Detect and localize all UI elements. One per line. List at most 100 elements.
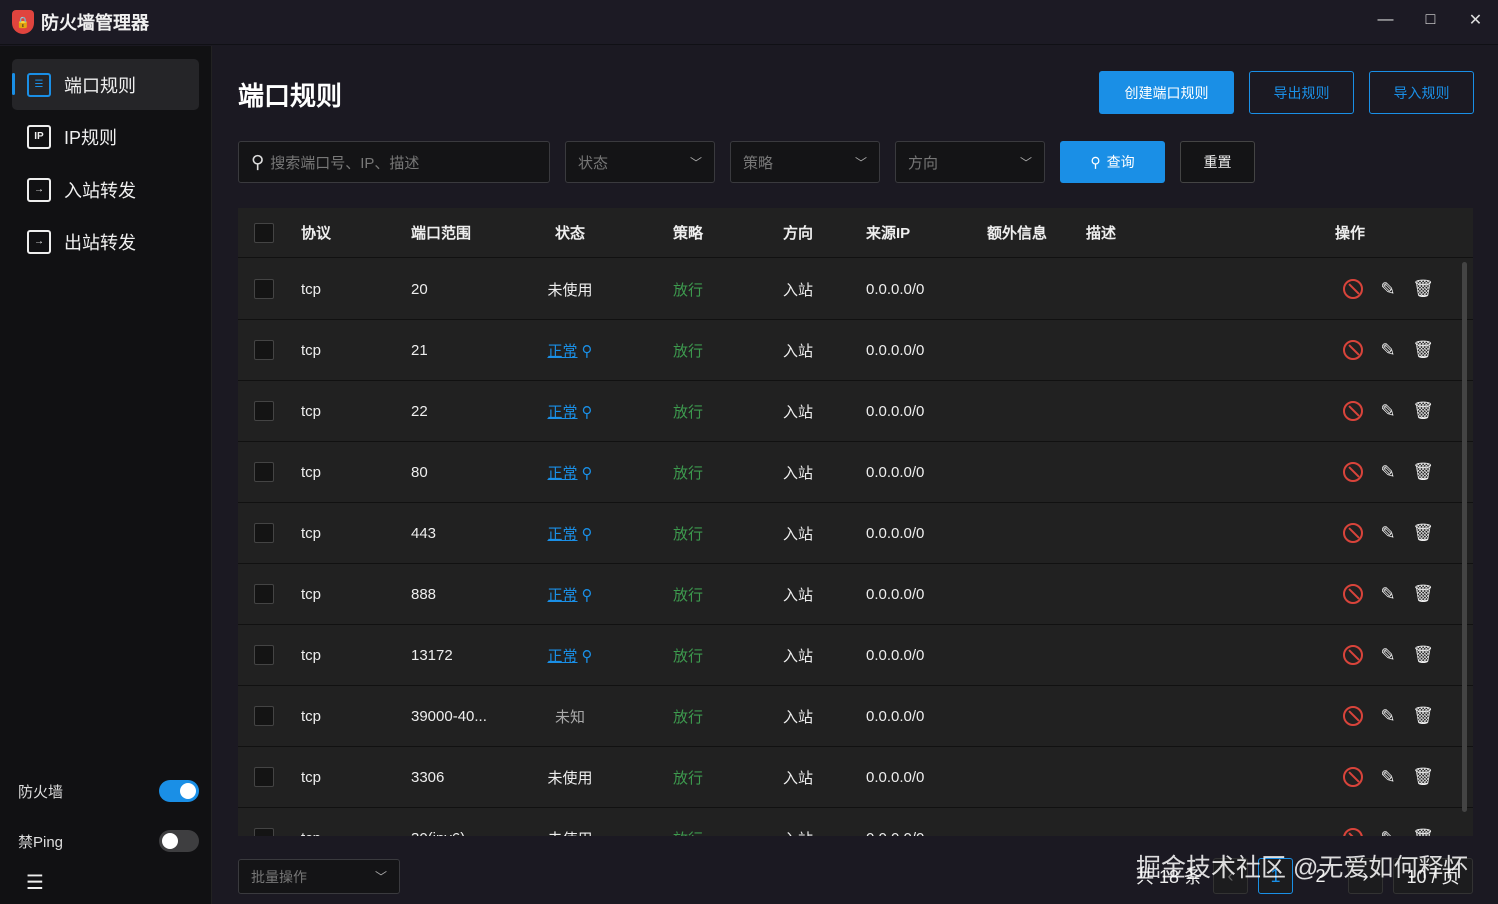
disable-icon[interactable] xyxy=(1343,279,1363,299)
source-ip-cell: 0.0.0.0/0 xyxy=(866,524,925,542)
direction-select[interactable]: 方向 ﹀ xyxy=(895,141,1045,183)
header-extra-info: 额外信息 xyxy=(987,225,1048,242)
edit-icon[interactable]: ✎ xyxy=(1377,583,1399,605)
page-1-button[interactable]: 1 xyxy=(1258,858,1293,894)
close-button[interactable]: ✕ xyxy=(1453,0,1498,40)
sidebar-item-inbound-forward[interactable]: → 入站转发 xyxy=(12,164,199,215)
header-direction: 方向 xyxy=(783,225,814,242)
edit-icon[interactable]: ✎ xyxy=(1377,827,1399,837)
row-checkbox[interactable] xyxy=(254,401,274,421)
edit-icon[interactable]: ✎ xyxy=(1377,766,1399,788)
row-checkbox[interactable] xyxy=(254,523,274,543)
status-select[interactable]: 状态 ﹀ xyxy=(565,141,715,183)
ip-icon: IP xyxy=(27,124,51,149)
chevron-down-icon: ﹀ xyxy=(854,155,867,170)
table-scrollbar[interactable] xyxy=(1462,262,1467,812)
disable-icon[interactable] xyxy=(1343,828,1363,836)
trash-icon[interactable]: 🗑 xyxy=(1412,461,1434,483)
disable-icon[interactable] xyxy=(1343,401,1363,421)
page-2-button[interactable]: 2 xyxy=(1303,858,1338,894)
batch-operation-select[interactable]: 批量操作 ﹀ xyxy=(238,859,400,894)
page-size-select[interactable]: 10 / 页 xyxy=(1393,858,1473,894)
prev-page-button[interactable]: ‹ xyxy=(1213,858,1248,894)
trash-icon[interactable]: 🗑 xyxy=(1412,766,1434,788)
minimize-button[interactable]: — xyxy=(1363,0,1408,40)
direction-cell: 入站 xyxy=(783,586,814,604)
select-all-checkbox[interactable] xyxy=(254,222,274,243)
search-input[interactable]: ⚲ 搜索端口号、IP、描述 xyxy=(238,141,550,183)
source-ip-cell: 0.0.0.0/0 xyxy=(866,707,925,725)
status-link[interactable]: 正常 ⚲ xyxy=(528,340,612,361)
disable-icon[interactable] xyxy=(1343,462,1363,482)
collapse-menu-icon[interactable]: ☰ xyxy=(26,870,44,895)
edit-icon[interactable]: ✎ xyxy=(1377,339,1399,361)
total-count: 共 18 条 xyxy=(1135,867,1203,887)
import-rules-button[interactable]: 导入规则 xyxy=(1369,71,1474,114)
sidebar-item-label: 入站转发 xyxy=(64,180,136,201)
firewall-toggle[interactable] xyxy=(159,780,199,802)
status-link[interactable]: 正常 ⚲ xyxy=(528,462,612,483)
edit-icon[interactable]: ✎ xyxy=(1377,461,1399,483)
protocol-cell: tcp xyxy=(301,768,322,786)
direction-cell: 入站 xyxy=(783,403,814,421)
export-rules-button[interactable]: 导出规则 xyxy=(1249,71,1354,114)
trash-icon[interactable]: 🗑 xyxy=(1412,339,1434,361)
row-checkbox[interactable] xyxy=(254,706,274,726)
disable-icon[interactable] xyxy=(1343,584,1363,604)
sidebar-item-outbound-forward[interactable]: → 出站转发 xyxy=(12,216,199,267)
magnify-icon: ⚲ xyxy=(581,525,593,543)
disable-icon[interactable] xyxy=(1343,706,1363,726)
protocol-cell: tcp xyxy=(301,402,322,420)
row-checkbox[interactable] xyxy=(254,340,274,360)
direction-cell: 入站 xyxy=(783,828,813,837)
policy-select[interactable]: 策略 ﹀ xyxy=(730,141,880,183)
header-port-range: 端口范围 xyxy=(411,225,472,242)
protocol-cell: tcp xyxy=(301,280,322,298)
edit-icon[interactable]: ✎ xyxy=(1377,278,1399,300)
direction-cell: 入站 xyxy=(783,525,814,543)
status-link[interactable]: 正常 ⚲ xyxy=(528,523,612,544)
disable-icon[interactable] xyxy=(1343,767,1363,787)
magnify-icon: ⚲ xyxy=(581,403,593,421)
policy-cell: 放行 xyxy=(673,586,704,604)
trash-icon[interactable]: 🗑 xyxy=(1412,278,1434,300)
edit-icon[interactable]: ✎ xyxy=(1377,644,1399,666)
trash-icon[interactable]: 🗑 xyxy=(1412,644,1434,666)
firewall-toggle-row: 防火墙 xyxy=(18,780,199,802)
policy-select-label: 策略 xyxy=(743,154,774,172)
row-checkbox[interactable] xyxy=(254,279,274,299)
reset-button[interactable]: 重置 xyxy=(1180,141,1255,183)
row-checkbox[interactable] xyxy=(254,645,274,665)
disable-icon[interactable] xyxy=(1343,645,1363,665)
trash-icon[interactable]: 🗑 xyxy=(1412,400,1434,422)
protocol-cell: tcp xyxy=(301,341,322,359)
search-icon: ⚲ xyxy=(1090,153,1101,170)
trash-icon[interactable]: 🗑 xyxy=(1412,583,1434,605)
row-checkbox[interactable] xyxy=(254,767,274,787)
ping-toggle[interactable] xyxy=(159,830,199,852)
query-button[interactable]: ⚲ 查询 xyxy=(1060,141,1165,183)
create-rule-button[interactable]: 创建端口规则 xyxy=(1099,71,1234,114)
trash-icon[interactable]: 🗑 xyxy=(1412,705,1434,727)
status-link[interactable]: 正常 ⚲ xyxy=(528,645,612,666)
edit-icon[interactable]: ✎ xyxy=(1377,400,1399,422)
disable-icon[interactable] xyxy=(1343,340,1363,360)
sidebar: ☰ 端口规则 IP IP规则 → 入站转发 → 出站转发 防火墙 禁Ping xyxy=(0,46,212,904)
next-page-button[interactable]: › xyxy=(1348,858,1383,894)
status-link[interactable]: 正常 ⚲ xyxy=(528,401,612,422)
disable-icon[interactable] xyxy=(1343,523,1363,543)
trash-icon[interactable]: 🗑 xyxy=(1412,522,1434,544)
row-checkbox[interactable] xyxy=(254,462,274,482)
ping-toggle-row: 禁Ping xyxy=(18,830,199,852)
source-ip-cell: 0.0.0.0/0 xyxy=(866,402,925,420)
row-checkbox[interactable] xyxy=(254,828,274,836)
trash-icon[interactable]: 🗑 xyxy=(1412,827,1434,836)
maximize-button[interactable]: □ xyxy=(1408,0,1453,40)
protocol-cell: tcp xyxy=(301,585,322,603)
row-checkbox[interactable] xyxy=(254,584,274,604)
sidebar-item-port-rules[interactable]: ☰ 端口规则 xyxy=(12,59,199,110)
status-link[interactable]: 正常 ⚲ xyxy=(528,584,612,605)
edit-icon[interactable]: ✎ xyxy=(1377,705,1399,727)
sidebar-item-ip-rules[interactable]: IP IP规则 xyxy=(12,111,199,162)
edit-icon[interactable]: ✎ xyxy=(1377,522,1399,544)
